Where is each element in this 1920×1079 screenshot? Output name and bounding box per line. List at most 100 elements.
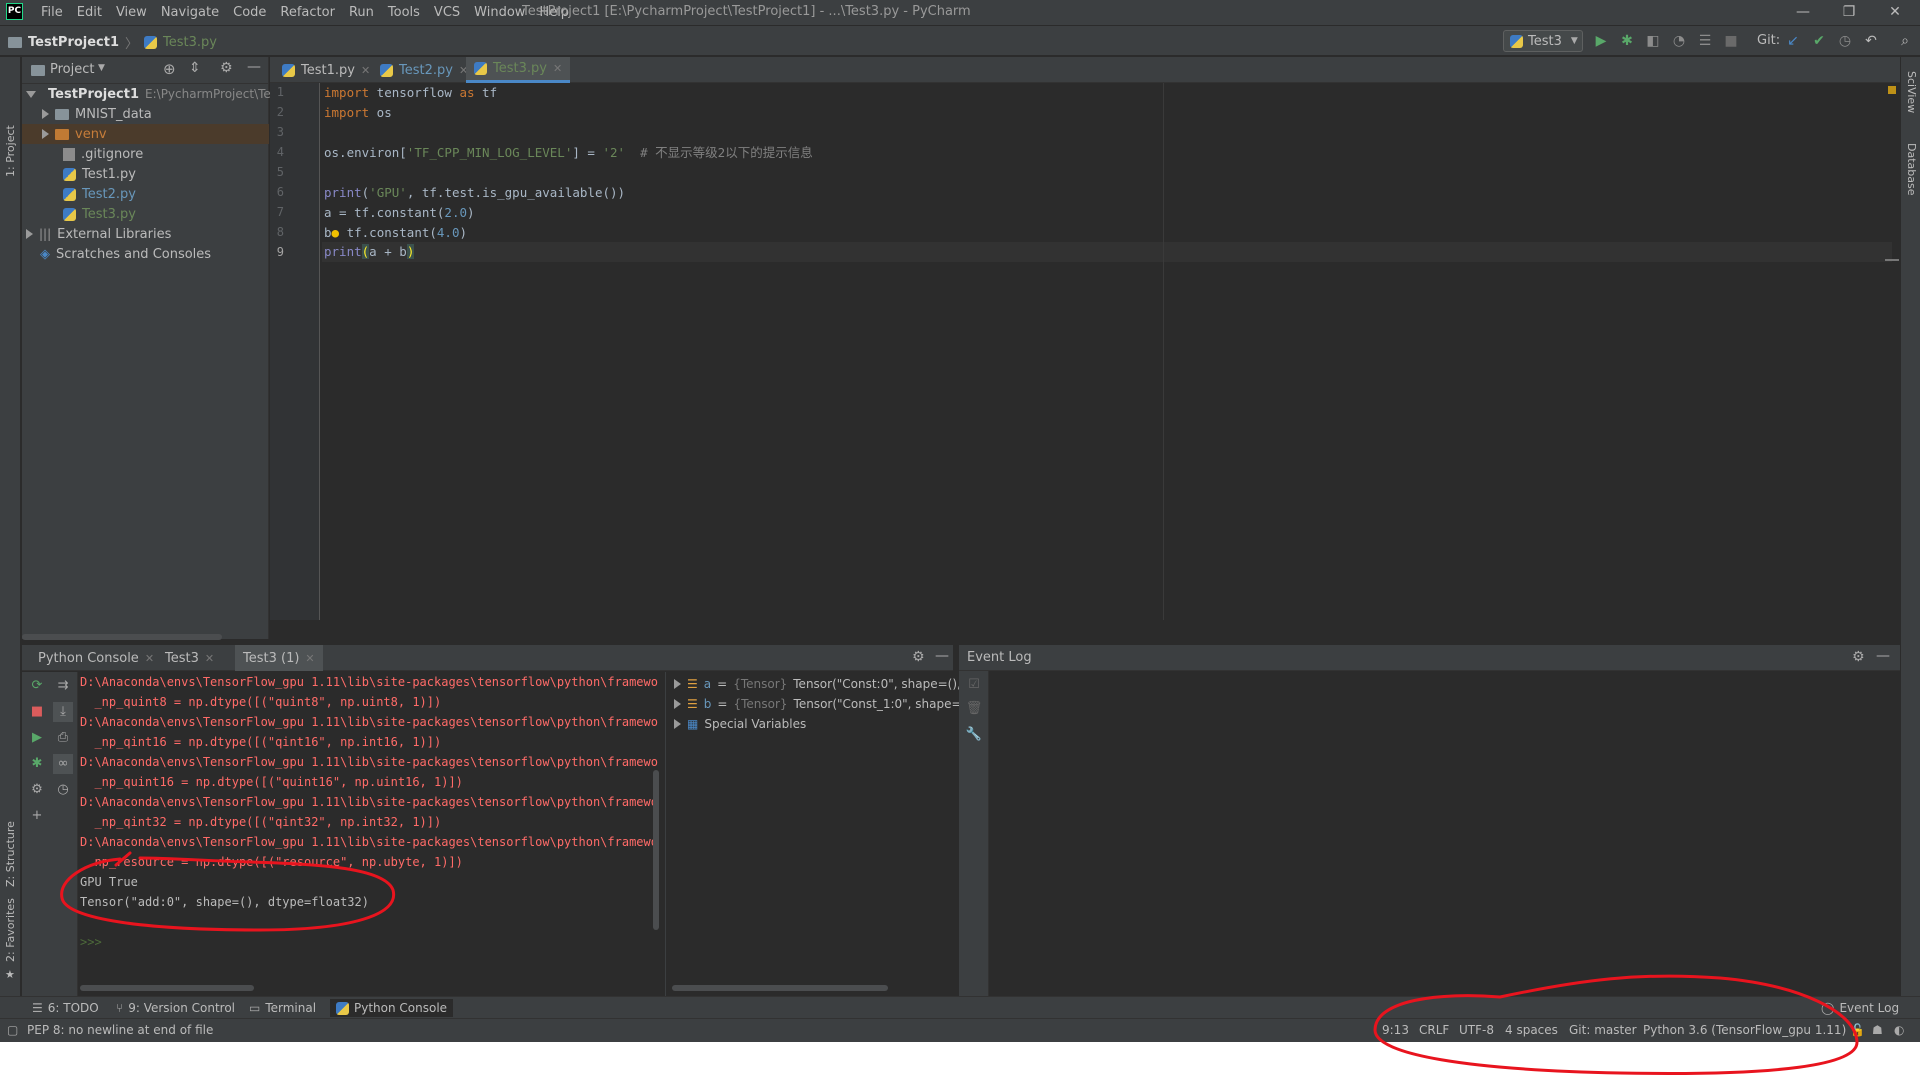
gear-icon[interactable]: ⚙ [912, 649, 925, 665]
tool-tab-version-control[interactable]: ⑂ 9: Version Control [110, 999, 241, 1017]
stop-icon[interactable]: ■ [27, 702, 47, 722]
tool-tab-event-log[interactable]: ◯ Event Log [1815, 999, 1905, 1017]
history-icon[interactable]: ◷ [53, 780, 73, 800]
vcs-history-icon[interactable]: ◷ [1836, 32, 1854, 50]
mark-read-icon[interactable]: ☑ [964, 675, 984, 695]
gear-icon[interactable]: ⚙ [220, 60, 233, 76]
project-tool-button[interactable]: 1: Project [4, 125, 17, 177]
chevron-down-icon[interactable]: ▼ [98, 63, 105, 73]
execute-icon[interactable]: ▶ [27, 728, 47, 748]
menu-vcs[interactable]: VCS [427, 5, 467, 20]
python-interpreter[interactable]: Python 3.6 (TensorFlow_gpu 1.11) [1643, 1023, 1846, 1037]
tab-test3[interactable]: Test3.py ✕ [466, 57, 571, 83]
console-output[interactable]: D:\Anaconda\envs\TensorFlow_gpu 1.11\lib… [79, 672, 659, 992]
hide-panel-icon[interactable]: — [935, 648, 949, 664]
tree-item-test3[interactable]: Test3.py [22, 204, 269, 224]
menu-navigate[interactable]: Navigate [154, 5, 226, 20]
close-button[interactable]: ✕ [1872, 0, 1918, 25]
minimize-button[interactable]: — [1780, 0, 1826, 25]
favorites-tool-button[interactable]: 2: Favorites [4, 898, 17, 962]
console-horizontal-scrollbar[interactable] [80, 985, 254, 991]
debug-icon[interactable]: ✱ [27, 754, 47, 774]
hide-panel-icon[interactable]: — [1876, 648, 1890, 664]
add-icon[interactable]: + [27, 806, 47, 826]
inspector-icon[interactable]: ☗ [1872, 1023, 1883, 1037]
menu-file[interactable]: File [34, 5, 70, 20]
show-variables-icon[interactable]: ∞ [53, 754, 73, 774]
menu-code[interactable]: Code [226, 5, 273, 20]
tree-item-mnist-data[interactable]: MNIST_data [22, 104, 269, 124]
print-icon[interactable]: ⎙ [53, 728, 73, 748]
soft-wrap-icon[interactable]: ⇉ [53, 676, 73, 696]
close-tab-icon[interactable]: ✕ [361, 64, 370, 77]
run-configuration-select[interactable]: Test3 ▼ [1503, 30, 1583, 52]
project-horizontal-scrollbar[interactable] [22, 634, 222, 640]
debug-icon[interactable]: ✱ [1618, 32, 1636, 50]
caret-position[interactable]: 9:13 [1382, 1023, 1409, 1037]
console-tab-test3-1[interactable]: Test3 (1) ✕ [235, 645, 323, 671]
variables-horizontal-scrollbar[interactable] [672, 985, 888, 991]
settings-icon[interactable]: ⚙ [27, 780, 47, 800]
locate-icon[interactable]: ⊕ [163, 60, 176, 78]
profile-icon[interactable]: ◔ [1670, 32, 1688, 50]
scroll-to-end-icon[interactable]: ⤓ [53, 702, 73, 722]
run-icon[interactable]: ▶ [1592, 32, 1610, 50]
menu-tools[interactable]: Tools [381, 5, 427, 20]
wrench-icon[interactable]: 🔧 [964, 725, 984, 745]
variable-row[interactable]: ☰ b = {Tensor} Tensor("Const_1:0", shape… [674, 694, 971, 714]
file-encoding[interactable]: UTF-8 [1459, 1023, 1494, 1037]
tree-item-gitignore[interactable]: .gitignore [22, 144, 269, 164]
tree-item-test1[interactable]: Test1.py [22, 164, 269, 184]
rerun-icon[interactable]: ⟳ [27, 676, 47, 696]
sciview-tool-button[interactable]: SciView [1905, 71, 1918, 113]
tool-tab-todo[interactable]: ☰ 6: TODO [26, 999, 105, 1017]
trash-icon[interactable]: 🗑 [964, 699, 984, 719]
stop-icon[interactable]: ■ [1722, 32, 1740, 50]
close-tab-icon[interactable]: ✕ [205, 652, 214, 665]
code-editor[interactable]: import tensorflow as tf import os os.env… [322, 83, 1892, 620]
revert-icon[interactable]: ↶ [1862, 32, 1880, 50]
memory-indicator-icon[interactable]: ◐ [1894, 1023, 1904, 1037]
console-prompt[interactable]: >>> [80, 932, 102, 952]
tree-item-scratches[interactable]: ◈ Scratches and Consoles [22, 244, 269, 264]
lock-icon[interactable]: 🔓 [1850, 1023, 1865, 1037]
breadcrumb-project[interactable]: TestProject1 [28, 35, 119, 50]
hide-panel-icon[interactable]: — [247, 59, 261, 75]
tab-test2[interactable]: Test2.py ✕ [372, 57, 476, 83]
collapse-all-icon[interactable]: ⇕ [189, 60, 201, 76]
search-icon[interactable]: ⌕ [1896, 32, 1914, 50]
tab-test1[interactable]: Test1.py ✕ [274, 57, 378, 83]
console-tab-python[interactable]: Python Console ✕ [30, 645, 162, 671]
indent-setting[interactable]: 4 spaces [1505, 1023, 1558, 1037]
project-view-select[interactable]: Project [50, 62, 94, 77]
tool-tab-terminal[interactable]: ▭ Terminal [243, 999, 322, 1017]
close-tab-icon[interactable]: ✕ [305, 652, 314, 665]
close-tab-icon[interactable]: ✕ [145, 652, 154, 665]
menu-run[interactable]: Run [342, 5, 381, 20]
tree-item-venv[interactable]: venv [22, 124, 269, 144]
menu-refactor[interactable]: Refactor [273, 5, 342, 20]
gear-icon[interactable]: ⚙ [1852, 649, 1865, 665]
breadcrumb-file[interactable]: Test3.py [163, 35, 217, 50]
tree-item-test2[interactable]: Test2.py [22, 184, 269, 204]
restore-button[interactable]: ❐ [1826, 0, 1872, 25]
database-tool-button[interactable]: Database [1905, 143, 1918, 196]
concurrency-icon[interactable]: ☰ [1696, 32, 1714, 50]
close-tab-icon[interactable]: ✕ [553, 62, 562, 75]
tree-item-external-libraries[interactable]: ||| External Libraries [22, 224, 269, 244]
git-branch[interactable]: Git: master [1569, 1023, 1637, 1037]
console-vertical-scrollbar[interactable] [653, 770, 659, 930]
tree-item-root[interactable]: TestProject1 E:\PycharmProject\Tes [22, 84, 277, 104]
status-toggle-icon[interactable]: ▢ [7, 1023, 18, 1037]
vcs-commit-icon[interactable]: ✔ [1810, 32, 1828, 50]
console-tab-test3[interactable]: Test3 ✕ [157, 645, 222, 671]
variable-row[interactable]: ▦ Special Variables [674, 714, 806, 734]
line-separator[interactable]: CRLF [1419, 1023, 1449, 1037]
vcs-update-icon[interactable]: ↙ [1784, 32, 1802, 50]
structure-tool-button[interactable]: Z: Structure [4, 821, 17, 887]
menu-edit[interactable]: Edit [70, 5, 109, 20]
tool-tab-python-console[interactable]: Python Console [330, 999, 454, 1017]
inspection-warning-marker[interactable] [1888, 86, 1896, 94]
coverage-icon[interactable]: ◧ [1644, 32, 1662, 50]
menu-view[interactable]: View [109, 5, 154, 20]
